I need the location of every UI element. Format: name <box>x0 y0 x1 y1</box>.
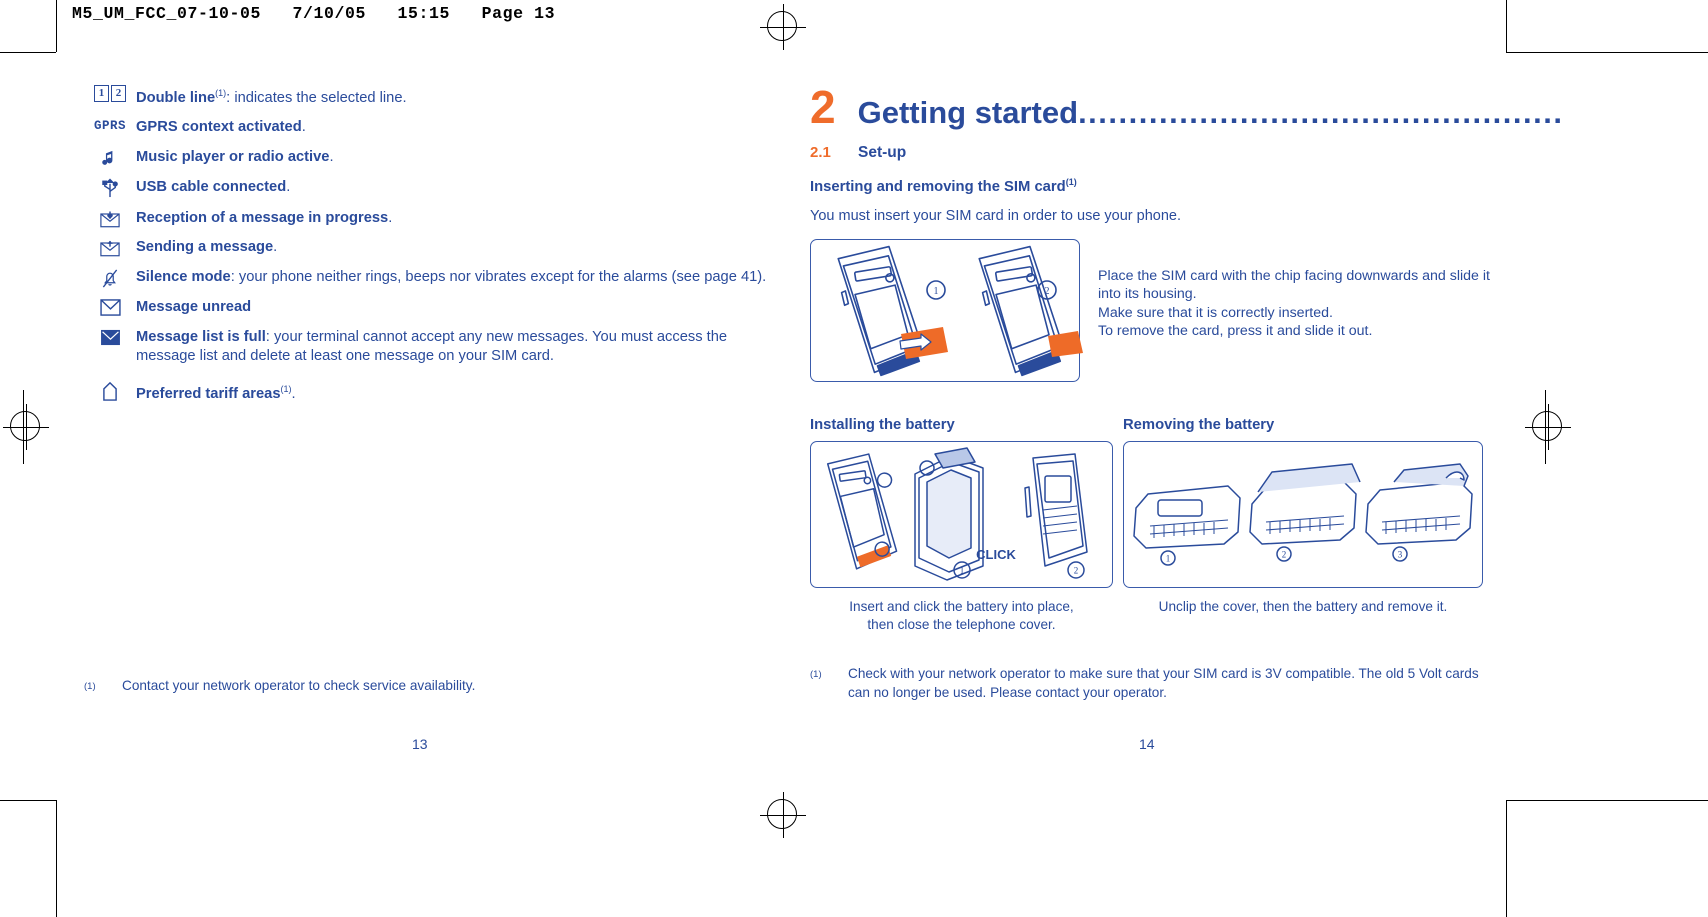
crop-mark-left-bottom <box>56 800 57 917</box>
usb-icon <box>84 178 136 198</box>
envelope-download-icon <box>84 209 136 228</box>
footnote-ref: (1) <box>1065 177 1077 187</box>
list-item-title: Sending a message <box>136 239 274 256</box>
envelope-outline-icon <box>84 298 136 317</box>
list-item: 12 Double line(1): indicates the selecte… <box>84 84 774 108</box>
left-page-column: 12 Double line(1): indicates the selecte… <box>84 84 774 414</box>
crop-mark-right-bottom <box>1506 800 1507 917</box>
chapter-title: Getting started <box>857 95 1079 130</box>
right-page-column: 2 Getting started ......................… <box>810 81 1562 634</box>
list-item-rest: . <box>301 119 306 136</box>
battery-install-figure: 1 2 CLICK <box>810 440 1113 588</box>
list-item-rest: . <box>273 239 278 256</box>
registration-mark-left <box>3 404 49 450</box>
chapter-title-dots: ........................................… <box>1078 95 1564 130</box>
list-item: GPRS GPRS context activated. <box>84 118 774 137</box>
battery-install-caption: Insert and click the battery into place,… <box>849 598 1074 632</box>
list-item-rest: : your phone neither rings, beeps nor vi… <box>230 268 767 285</box>
trim-mark-bottom-right <box>1506 800 1708 801</box>
list-item-title: Double line <box>136 89 216 106</box>
section-number: 2.1 <box>810 144 831 161</box>
list-item-rest: . <box>286 179 291 196</box>
sim-insert-figure: 1 2 <box>810 238 1083 382</box>
subheading-sim: Inserting and removing the SIM card(1) <box>810 177 1500 195</box>
svg-text:1: 1 <box>960 565 965 575</box>
list-item-rest: . <box>388 209 393 226</box>
list-item-title: Message list is full <box>136 328 266 345</box>
footnote-ref: (1) <box>280 383 292 394</box>
double-line-icon: 12 <box>84 84 136 102</box>
list-item-title: USB cable connected <box>136 179 287 196</box>
bell-crossed-icon <box>84 268 136 288</box>
trim-mark-top-right <box>1506 52 1708 53</box>
subheading-installing-battery: Installing the battery <box>810 416 955 433</box>
svg-text:1: 1 <box>1166 553 1171 563</box>
list-item: USB cable connected. <box>84 178 774 198</box>
list-item: Music player or radio active. <box>84 148 774 168</box>
svg-text:3: 3 <box>1398 549 1403 559</box>
right-footnote: (1) Check with your network operator to … <box>810 664 1500 702</box>
envelope-filled-icon <box>84 328 136 346</box>
list-item: Sending a message. <box>84 238 774 257</box>
list-item: Reception of a message in progress. <box>84 209 774 228</box>
svg-text:2: 2 <box>1074 565 1079 575</box>
print-slug: M5_UM_FCC_07-10-05 7/10/05 15:15 Page 13 <box>72 4 556 23</box>
gprs-icon: GPRS <box>93 119 126 134</box>
crop-mark-right-top <box>1506 0 1507 52</box>
sim-intro-paragraph: You must insert your SIM card in order t… <box>810 207 1182 224</box>
list-item-rest: : indicates the selected line. <box>226 89 407 106</box>
chapter-number: 2 <box>810 81 836 133</box>
list-item-rest: . <box>329 148 334 165</box>
left-footnote: (1) Contact your network operator to che… <box>84 676 704 696</box>
svg-text:2: 2 <box>1045 286 1050 297</box>
home-tariff-icon <box>84 380 136 401</box>
sim-instructions: Place the SIM card with the chip facing … <box>1098 267 1490 340</box>
trim-mark-bottom-left <box>0 800 56 801</box>
list-item-rest: . <box>291 385 296 402</box>
registration-mark-bottom <box>760 792 806 838</box>
manual-spread: M5_UM_FCC_07-10-05 7/10/05 15:15 Page 13… <box>0 0 1708 917</box>
footnote-text: Check with your network operator to make… <box>848 666 1479 700</box>
list-item-title: Reception of a message in progress <box>136 209 389 226</box>
subheading-removing-battery: Removing the battery <box>1123 416 1275 433</box>
footnote-text: Contact your network operator to check s… <box>122 678 476 693</box>
crop-mark-left-top <box>56 0 57 52</box>
list-item: Message unread <box>84 298 774 317</box>
list-item: Preferred tariff areas(1). <box>84 380 774 404</box>
page-number-left: 13 <box>412 736 428 752</box>
list-item-title: Preferred tariff areas <box>136 385 281 402</box>
click-label: CLICK <box>976 547 1016 562</box>
page-number-right: 14 <box>1139 736 1155 752</box>
list-item: Message list is full: your terminal cann… <box>84 328 774 366</box>
battery-remove-figure: 1 2 3 <box>1123 440 1483 588</box>
music-note-icon <box>84 148 136 168</box>
list-item: Silence mode: your phone neither rings, … <box>84 268 774 288</box>
list-item-title: Silence mode <box>136 268 231 285</box>
registration-mark-top <box>760 4 806 50</box>
footnote-marker: (1) <box>810 669 822 680</box>
footnote-marker: (1) <box>84 681 96 692</box>
list-item-title: Music player or radio active <box>136 148 330 165</box>
section-heading: 2.1 Set-up <box>810 144 1500 162</box>
subheading-sim-text: Inserting and removing the SIM card <box>810 178 1066 195</box>
footnote-ref: (1) <box>215 88 227 98</box>
trim-mark-top-left <box>0 52 56 53</box>
battery-remove-caption: Unclip the cover, then the battery and r… <box>1158 598 1448 614</box>
list-item-title: GPRS context activated <box>136 119 302 136</box>
list-item-title: Message unread <box>136 299 252 316</box>
svg-text:1: 1 <box>934 286 939 297</box>
svg-text:2: 2 <box>1282 549 1287 559</box>
section-title: Set-up <box>858 144 907 161</box>
registration-mark-right <box>1525 404 1571 450</box>
envelope-upload-icon <box>84 238 136 257</box>
